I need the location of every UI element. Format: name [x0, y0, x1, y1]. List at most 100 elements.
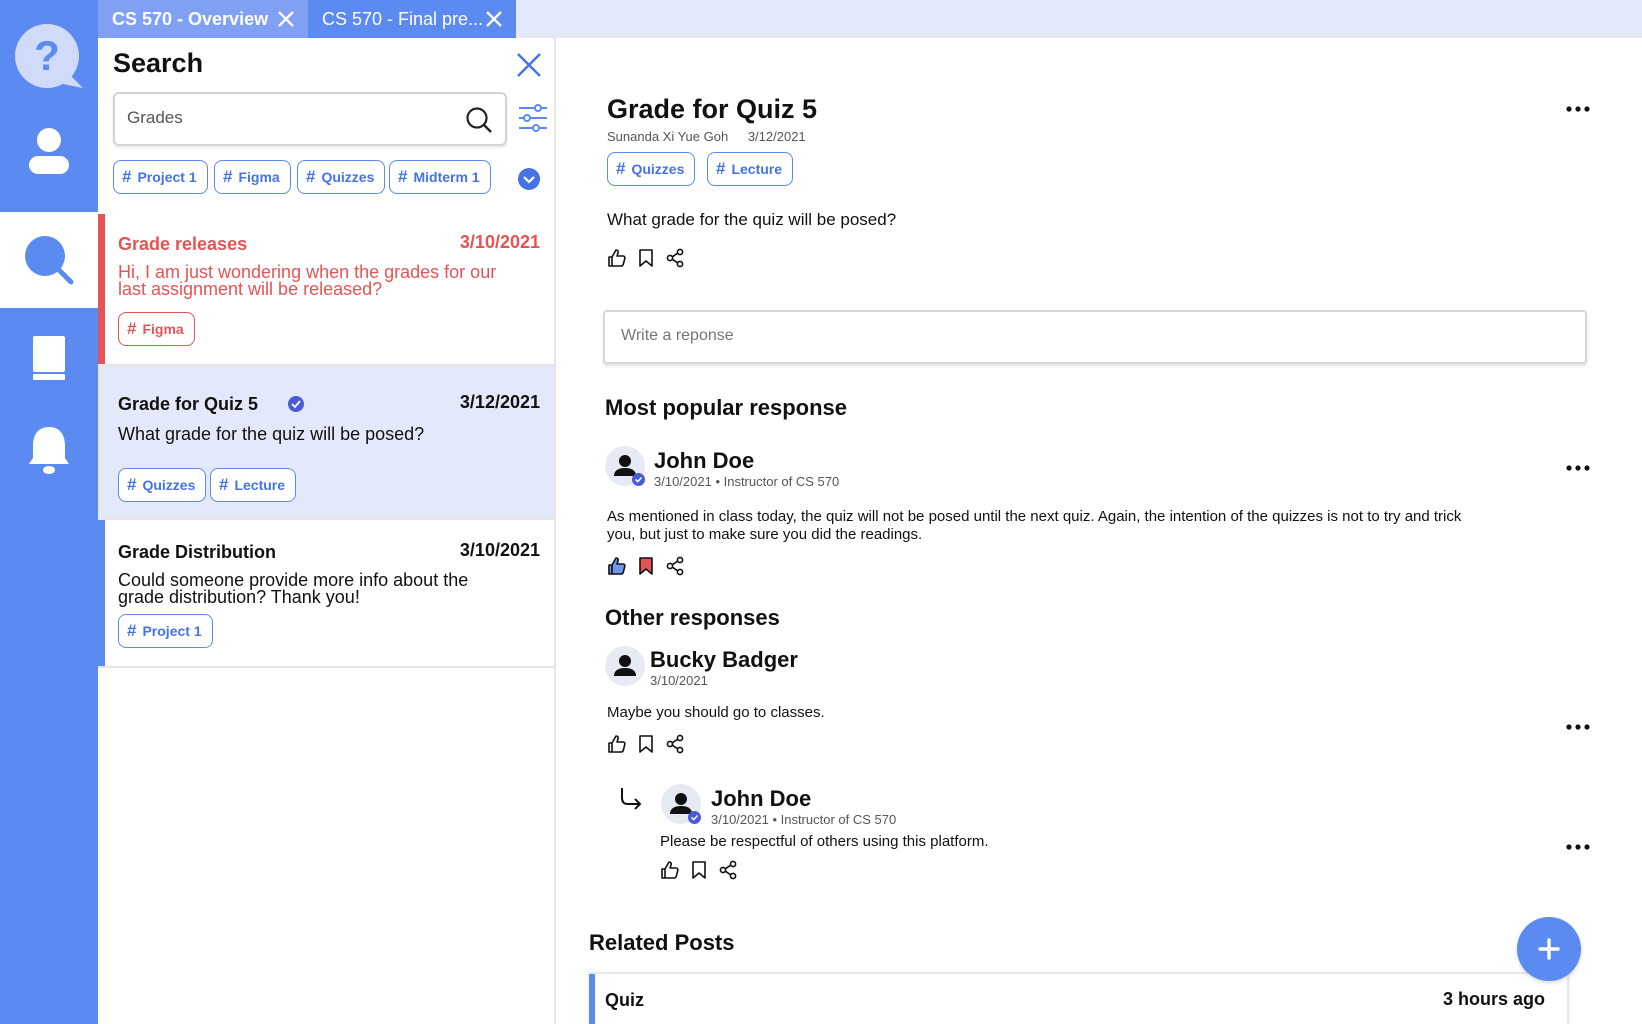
hashtag-icon: #: [127, 621, 137, 640]
search-result-grade-distribution[interactable]: Grade Distribution 3/10/2021 Could someo…: [98, 520, 554, 668]
chip-label: Quizzes: [631, 161, 685, 177]
unread-indicator: [98, 214, 105, 364]
response-input[interactable]: [621, 327, 1561, 345]
bookmark-icon[interactable]: [637, 248, 655, 268]
chip-label: Figma: [142, 321, 184, 337]
other-responses-heading: Other responses: [605, 605, 780, 630]
thumbs-up-icon[interactable]: [607, 248, 627, 268]
author-name: John Doe: [654, 448, 755, 473]
tag-chip-lecture[interactable]: # Lecture: [707, 152, 794, 186]
author-meta: 3/10/2021 • Instructor of CS 570: [654, 474, 840, 489]
response-body: As mentioned in class today, the quiz wi…: [607, 508, 1462, 543]
search-panel: Search # Project 1 # Figma # Quizzes # Midte…: [98, 38, 556, 1024]
bell-icon: [29, 427, 69, 474]
search-result-grade-for-quiz-5[interactable]: Grade for Quiz 5 3/12/2021 What grade fo…: [98, 366, 554, 520]
hashtag-icon: #: [122, 167, 132, 186]
most-popular-heading: Most popular response: [605, 395, 848, 420]
sidebar-item-notifications[interactable]: [0, 410, 98, 490]
chip-label: Lecture: [731, 161, 783, 177]
share-icon[interactable]: [718, 860, 738, 880]
thumbs-up-filled-icon[interactable]: [607, 556, 627, 576]
sidebar-item-help[interactable]: ?: [0, 18, 98, 98]
related-post-quiz[interactable]: Quiz 3 hours ago: [589, 972, 1569, 1024]
avatar: [605, 646, 645, 686]
question-date: 3/12/2021: [747, 129, 806, 144]
post-title: Grade Distribution: [118, 542, 277, 562]
tag-chip-project-1[interactable]: # Project 1: [118, 614, 213, 648]
hashtag-icon: #: [716, 159, 726, 178]
sidebar-item-profile[interactable]: [0, 112, 98, 192]
thumbs-up-icon[interactable]: [660, 860, 680, 880]
user-icon: [29, 128, 69, 174]
search-title: Search: [113, 48, 204, 78]
post-body: Could someone provide more info about th…: [118, 570, 469, 607]
search-input[interactable]: [127, 108, 447, 128]
post-date: 3/12/2021: [459, 392, 540, 412]
related-post-time: 3 hours ago: [1442, 989, 1545, 1009]
close-icon[interactable]: [484, 9, 504, 29]
more-options-icon[interactable]: [1566, 844, 1590, 850]
tag-chip-quizzes[interactable]: # Quizzes: [607, 152, 696, 186]
svg-text:?: ?: [34, 32, 60, 79]
share-icon[interactable]: [665, 248, 685, 268]
tag-chip-quizzes[interactable]: # Quizzes: [118, 468, 207, 502]
category-indicator: [589, 974, 595, 1024]
chevron-down-icon[interactable]: [518, 168, 540, 190]
avatar: [605, 446, 645, 486]
search-icon[interactable]: [465, 106, 493, 134]
hashtag-icon: #: [398, 167, 408, 186]
author-meta: 3/10/2021 • Instructor of CS 570: [711, 812, 897, 827]
bookmark-icon[interactable]: [690, 860, 708, 880]
reply-arrow-icon: [618, 786, 644, 812]
search-result-grade-releases[interactable]: Grade releases 3/10/2021 Hi, I am just w…: [98, 214, 554, 366]
hashtag-icon: #: [616, 159, 626, 178]
post-body: Hi, I am just wondering when the grades …: [118, 262, 497, 299]
sidebar-item-courses[interactable]: [0, 318, 98, 398]
response-box: [603, 310, 1587, 364]
filter-sliders-icon[interactable]: [518, 104, 548, 132]
sidebar-item-search[interactable]: [0, 212, 98, 308]
help-chat-icon: ?: [15, 24, 83, 88]
more-options-icon[interactable]: [1566, 465, 1590, 471]
share-icon[interactable]: [665, 734, 685, 754]
avatar: [661, 784, 701, 824]
new-post-button[interactable]: [1517, 917, 1581, 981]
tag-chip-lecture[interactable]: # Lecture: [210, 468, 297, 502]
search-icon: [25, 236, 74, 285]
tag-chip-figma[interactable]: # Figma: [118, 312, 195, 346]
tab-cs570-final[interactable]: CS 570 - Final pre...: [308, 0, 516, 38]
hashtag-icon: #: [306, 167, 316, 186]
share-icon[interactable]: [665, 556, 685, 576]
bookmark-icon[interactable]: [637, 734, 655, 754]
related-post-title: Quiz: [605, 990, 644, 1010]
chip-label: Quizzes: [142, 477, 196, 493]
response-body: Maybe you should go to classes.: [607, 704, 825, 721]
close-icon[interactable]: [276, 9, 296, 29]
tab-label: CS 570 - Overview: [112, 8, 269, 29]
filter-chip-project-1[interactable]: # Project 1: [113, 160, 208, 194]
reply-actions: [660, 860, 738, 880]
more-options-icon[interactable]: [1566, 106, 1590, 112]
question-title: Grade for Quiz 5: [607, 94, 818, 124]
hashtag-icon: #: [127, 475, 137, 494]
related-posts-heading: Related Posts: [589, 930, 735, 955]
author-name: John Doe: [711, 786, 812, 811]
verified-icon: [288, 396, 304, 412]
filter-chip-figma[interactable]: # Figma: [214, 160, 291, 194]
response-actions: [607, 556, 685, 576]
verified-icon: [632, 473, 645, 486]
bookmark-filled-icon[interactable]: [637, 556, 655, 576]
close-icon[interactable]: [516, 52, 542, 78]
post-date: 3/10/2021: [459, 232, 540, 252]
more-options-icon[interactable]: [1566, 724, 1590, 730]
question-actions: [607, 248, 685, 268]
filter-chip-quizzes[interactable]: # Quizzes: [297, 160, 386, 194]
tab-cs570-overview[interactable]: CS 570 - Overview: [98, 0, 308, 38]
question-author: Sunanda Xi Yue Goh: [607, 129, 729, 144]
sidebar: ?: [0, 0, 98, 1024]
thumbs-up-icon[interactable]: [607, 734, 627, 754]
post-title: Grade releases: [118, 234, 248, 254]
chip-label: Lecture: [234, 477, 286, 493]
filter-chip-midterm-1[interactable]: # Midterm 1: [389, 160, 491, 194]
tab-bar: CS 570 - Overview CS 570 - Final pre...: [98, 0, 1642, 38]
